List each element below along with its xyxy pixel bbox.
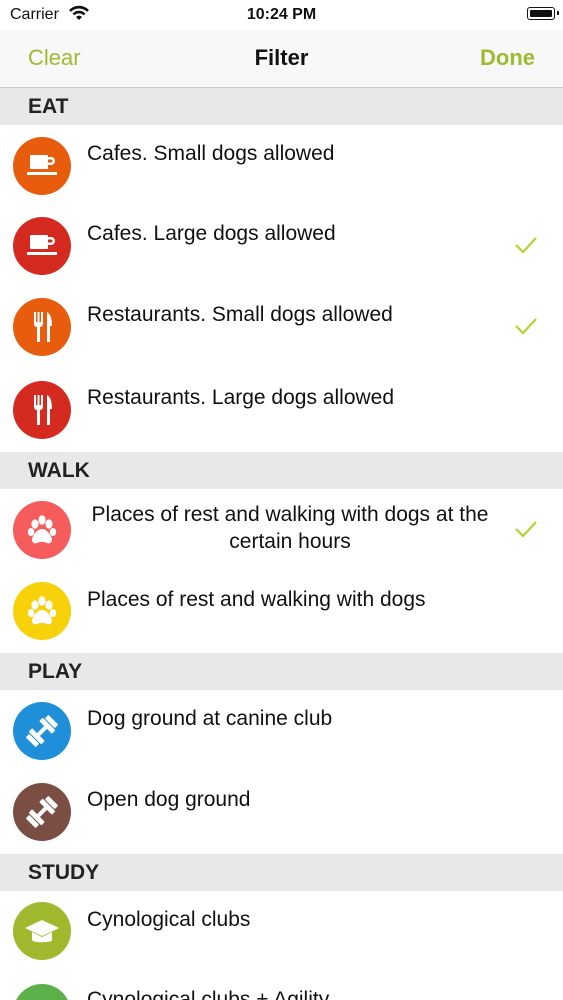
filter-row-walk-hours[interactable]: Places of rest and walking with dogs at …	[0, 489, 563, 571]
filter-row-restaurants-small[interactable]: Restaurants. Small dogs allowed	[0, 287, 563, 368]
fork-knife-icon	[13, 381, 71, 439]
section-header-eat: EAT	[0, 88, 563, 125]
filter-row-restaurants-large[interactable]: Restaurants. Large dogs allowed	[0, 368, 563, 449]
filter-row-canine-club[interactable]: Dog ground at canine club	[0, 690, 563, 771]
section-title: WALK	[28, 459, 90, 482]
filter-row-label: Cynological clubs + Agility	[87, 988, 330, 1000]
filter-row-label: Cafes. Large dogs allowed	[87, 222, 336, 245]
done-button[interactable]: Done	[480, 45, 535, 71]
filter-row-open-ground[interactable]: Open dog ground	[0, 771, 563, 852]
checkmark-icon	[515, 521, 537, 538]
page-title: Filter	[254, 45, 309, 70]
battery-icon	[527, 7, 559, 20]
paw-icon	[13, 582, 71, 640]
checkmark-icon	[515, 237, 537, 254]
dumbbell-icon	[13, 702, 71, 760]
section-header-play: PLAY	[0, 653, 563, 690]
filter-row-cafes-large[interactable]: Cafes. Large dogs allowed	[0, 206, 563, 287]
filter-row-label: Restaurants. Large dogs allowed	[87, 386, 395, 409]
filter-row-label: Dog ground at canine club	[87, 707, 333, 730]
section-title: EAT	[28, 95, 69, 118]
filter-row-walk[interactable]: Places of rest and walking with dogs	[0, 571, 563, 652]
checkmark-icon	[515, 318, 537, 335]
section-header-study: STUDY	[0, 854, 563, 891]
coffee-cup-icon	[13, 137, 71, 195]
graduation-cap-icon	[13, 902, 71, 960]
navigation-bar: Clear Filter Done	[0, 30, 563, 88]
paw-icon	[13, 501, 71, 559]
graduation-cap-icon	[13, 984, 71, 1000]
section-title: PLAY	[28, 660, 83, 683]
filter-row-label: Open dog ground	[87, 788, 251, 811]
filter-row-label: Places of rest and walking with dogs	[87, 588, 426, 611]
section-title: STUDY	[28, 861, 100, 884]
filter-row-cynological-agility[interactable]: Cynological clubs + Agility	[0, 972, 563, 1000]
coffee-cup-icon	[13, 217, 71, 275]
filter-row-label: Cynological clubs	[87, 908, 251, 931]
dumbbell-icon	[13, 783, 71, 841]
section-header-walk: WALK	[0, 452, 563, 489]
filter-row-label: Places of rest and walking with dogs at …	[91, 503, 489, 553]
filter-row-cynological-clubs[interactable]: Cynological clubs	[0, 891, 563, 972]
filter-row-label: Cafes. Small dogs allowed	[87, 142, 335, 165]
status-bar: Carrier 10:24 PM	[0, 0, 563, 30]
clock: 10:24 PM	[246, 6, 317, 23]
filter-row-label: Restaurants. Small dogs allowed	[87, 303, 393, 326]
fork-knife-icon	[13, 298, 71, 356]
filter-row-cafes-small[interactable]: Cafes. Small dogs allowed	[0, 125, 563, 206]
